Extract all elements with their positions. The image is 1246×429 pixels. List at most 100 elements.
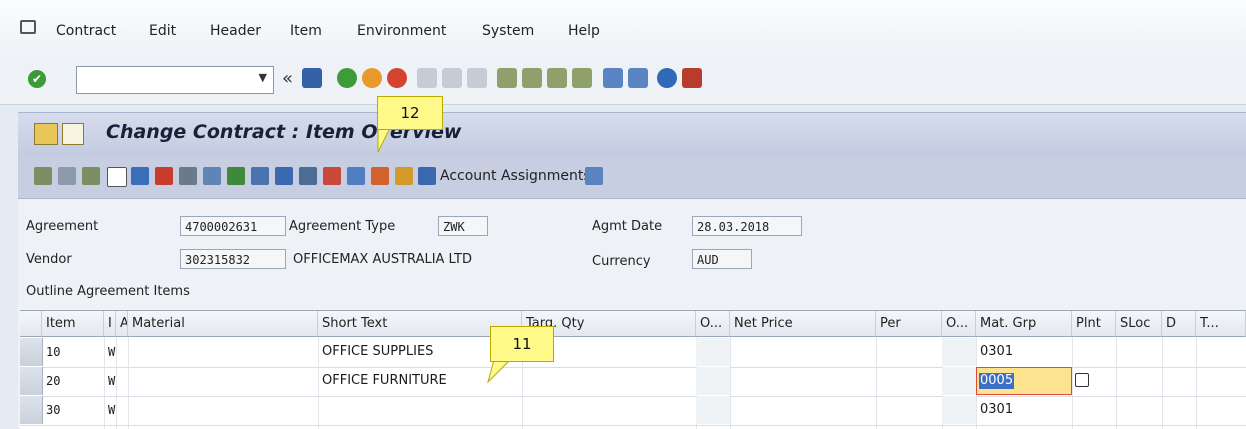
order-price-unit-cell (942, 338, 976, 366)
find-next-icon[interactable] (467, 68, 487, 88)
vendor-field[interactable]: 302315832 (180, 249, 286, 269)
order-price-unit-cell (942, 367, 976, 395)
menu-screen-icon[interactable] (20, 20, 36, 34)
item-category: W (108, 374, 116, 388)
callout-11: 11 (490, 326, 554, 362)
item-number: 20 (46, 374, 61, 388)
col-header[interactable]: A (116, 311, 128, 337)
item-details-icon[interactable] (58, 167, 76, 185)
menu-system[interactable]: System (482, 23, 534, 39)
agmt-date-field[interactable]: 28.03.2018 (692, 216, 802, 236)
command-field[interactable]: ▼ (76, 66, 274, 94)
layout-icon[interactable] (682, 68, 702, 88)
menu-item[interactable]: Item (290, 23, 322, 39)
agreement-field[interactable]: 4700002631 (180, 216, 286, 236)
table-row[interactable]: 20 W OFFICE FURNITURE 0005 (20, 367, 1246, 397)
menu-header[interactable]: Header (210, 23, 261, 39)
currency-label: Currency (592, 254, 651, 269)
print-icon[interactable] (417, 68, 437, 88)
help-icon[interactable] (657, 68, 677, 88)
copy-icon[interactable] (155, 167, 173, 185)
enter-check-icon[interactable]: ✔ (28, 70, 46, 88)
row-selector[interactable] (20, 367, 43, 395)
material-group-input-focused[interactable]: 0005 (976, 367, 1072, 395)
col-header[interactable]: Mat. Grp (976, 311, 1072, 337)
section-title: Outline Agreement Items (26, 284, 190, 299)
agreement-type-field[interactable]: ZWK (438, 216, 488, 236)
col-header[interactable]: O... (696, 311, 730, 337)
shortcut-icon[interactable] (628, 68, 648, 88)
last-page-icon[interactable] (572, 68, 592, 88)
value-help-icon[interactable] (1075, 373, 1089, 387)
account-assignment-icon[interactable] (275, 167, 293, 185)
col-header[interactable]: D (1162, 311, 1196, 337)
delete-icon[interactable] (131, 167, 149, 185)
agreement-label: Agreement (26, 219, 99, 234)
account-assignments-button[interactable]: Account Assignments (440, 168, 591, 184)
partners-icon[interactable] (203, 167, 221, 185)
new-document-icon[interactable] (107, 167, 127, 187)
chart-icon[interactable] (395, 167, 413, 185)
col-header[interactable]: Item (42, 311, 104, 337)
row-selector[interactable] (20, 396, 43, 424)
vendor-name: OFFICEMAX AUSTRALIA LTD (293, 252, 472, 267)
order-unit-cell (696, 338, 730, 366)
account-assignments-icon[interactable] (418, 167, 436, 185)
flag-icon[interactable] (227, 167, 245, 185)
col-header[interactable]: Material (128, 311, 318, 337)
item-number: 10 (46, 345, 61, 359)
conditions-icon[interactable] (82, 167, 100, 185)
new-session-icon[interactable] (603, 68, 623, 88)
save-icon[interactable] (302, 68, 322, 88)
select-all-rows[interactable] (20, 311, 42, 337)
col-header[interactable]: SLoc (1116, 311, 1162, 337)
col-header[interactable]: T... (1196, 311, 1246, 337)
item-category: W (108, 345, 116, 359)
item-number: 30 (46, 403, 61, 417)
selected-text: 0005 (979, 373, 1015, 389)
menu-environment[interactable]: Environment (357, 23, 446, 39)
material-group[interactable]: 0301 (976, 396, 1072, 424)
search-icon[interactable] (299, 167, 317, 185)
row-selector[interactable] (20, 338, 43, 366)
short-text[interactable] (318, 396, 522, 424)
order-unit-cell (696, 396, 730, 424)
col-header[interactable]: Per (876, 311, 942, 337)
table-row[interactable]: 30 W 0301 (20, 396, 1246, 426)
menu-help[interactable]: Help (568, 23, 600, 39)
print-preview-icon[interactable] (251, 167, 269, 185)
menu-contract[interactable]: Contract (56, 23, 116, 39)
callout-12: 12 (377, 96, 443, 130)
edit-text-icon[interactable] (347, 167, 365, 185)
col-header[interactable]: I (104, 311, 116, 337)
exit-icon[interactable] (362, 68, 382, 88)
agreement-type-label: Agreement Type (289, 219, 396, 234)
material-group[interactable]: 0301 (976, 338, 1072, 366)
first-page-icon[interactable] (497, 68, 517, 88)
order-price-unit-cell (942, 396, 976, 424)
select-all-icon[interactable] (179, 167, 197, 185)
currency-field[interactable]: AUD (692, 249, 752, 269)
chevron-down-icon[interactable]: ▼ (259, 71, 267, 84)
dropdown-icon[interactable] (62, 123, 84, 145)
col-header[interactable]: O... (942, 311, 976, 337)
title-bar: Change Contract : Item Overview (18, 112, 1246, 157)
truck-icon[interactable] (371, 167, 389, 185)
display-icon[interactable] (34, 123, 58, 145)
item-category: W (108, 403, 116, 417)
find-icon[interactable] (442, 68, 462, 88)
filter-icon[interactable] (585, 167, 603, 185)
header-details-icon[interactable] (34, 167, 52, 185)
col-header[interactable]: Plnt (1072, 311, 1116, 337)
previous-page-icon[interactable] (522, 68, 542, 88)
agmt-date-label: Agmt Date (592, 219, 663, 234)
next-page-icon[interactable] (547, 68, 567, 88)
back-icon[interactable] (337, 68, 357, 88)
table-row[interactable]: 10 W OFFICE SUPPLIES 0301 (20, 338, 1246, 368)
back-double-chevron[interactable]: « (282, 68, 293, 89)
services-icon[interactable] (323, 167, 341, 185)
menu-edit[interactable]: Edit (149, 23, 176, 39)
cancel-icon[interactable] (387, 68, 407, 88)
col-header[interactable]: Net Price (730, 311, 876, 337)
menu-bar: Contract Edit Header Item Environment Sy… (0, 0, 1246, 62)
